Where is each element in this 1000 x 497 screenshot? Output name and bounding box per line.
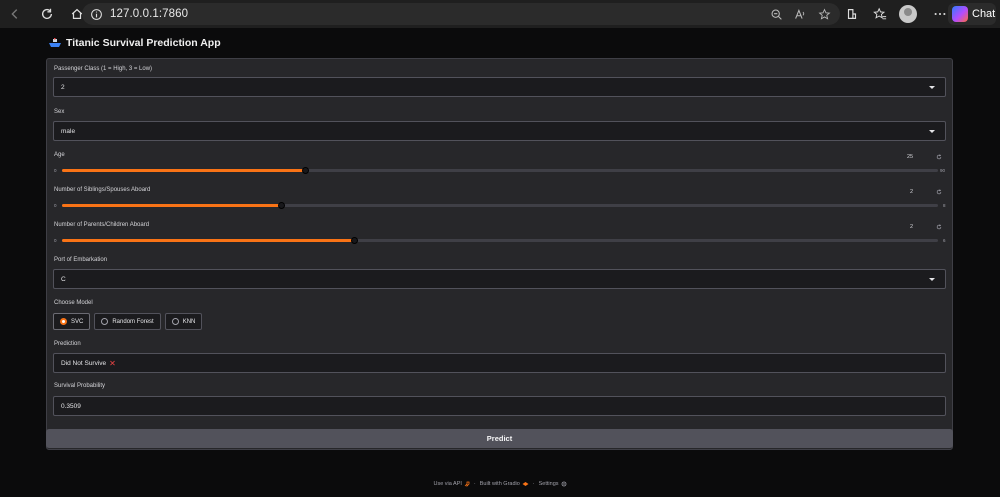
pclass-value: 2: [61, 84, 65, 91]
back-button[interactable]: [4, 3, 26, 25]
age-max: 90: [940, 168, 946, 173]
built-label: Built with Gradio: [479, 481, 520, 487]
rocket-icon: [464, 481, 470, 487]
reset-icon[interactable]: [936, 224, 942, 230]
parch-slider-thumb[interactable]: [350, 237, 358, 244]
age-min: 0: [54, 168, 57, 173]
model-option-random-forest[interactable]: Random Forest: [94, 313, 161, 330]
radio-empty-icon: [171, 318, 179, 325]
radio-selected-icon: [60, 318, 67, 325]
prediction-output[interactable]: Did Not Survive ✕: [53, 353, 946, 373]
site-info-icon[interactable]: [88, 6, 104, 22]
favorite-star-icon[interactable]: [816, 6, 832, 22]
gear-icon: [561, 481, 566, 487]
prediction-value-wrap: Did Not Survive ✕: [61, 358, 116, 368]
model-radio-group: SVC Random Forest KNN: [53, 313, 203, 330]
gradio-app: Titanic Survival Prediction App Passenge…: [35, 30, 965, 497]
parch-slider[interactable]: [62, 237, 938, 244]
age-label: Age: [54, 152, 65, 158]
parch-slider-block: Number of Parents/Children Aboard 2 0 6: [47, 222, 954, 256]
api-label: Use via API: [433, 481, 462, 487]
pclass-dropdown[interactable]: 2: [53, 77, 946, 97]
sibsp-number[interactable]: 2: [910, 189, 913, 195]
age-slider-thumb[interactable]: [301, 167, 309, 174]
embarked-dropdown[interactable]: C: [53, 269, 946, 289]
reload-icon: [41, 8, 53, 19]
probability-label: Survival Probability: [54, 383, 106, 389]
back-arrow-icon: [11, 9, 18, 19]
settings-link[interactable]: Settings: [539, 481, 567, 487]
copilot-chat-button[interactable]: Chat: [948, 3, 996, 25]
sibsp-slider[interactable]: [62, 202, 938, 209]
more-menu-icon[interactable]: [930, 4, 950, 24]
probability-output[interactable]: 0.3509: [53, 396, 946, 416]
sex-label: Sex: [54, 109, 65, 115]
prediction-value: Did Not Survive: [61, 360, 107, 367]
reload-button[interactable]: [36, 3, 58, 25]
sibsp-max: 8: [943, 203, 946, 208]
sibsp-slider-block: Number of Siblings/Spouses Aboard 2 0 8: [47, 187, 954, 221]
predict-button[interactable]: Predict: [46, 429, 953, 448]
use-via-api-link[interactable]: Use via API: [433, 481, 470, 487]
model-option-label: KNN: [182, 318, 196, 325]
sibsp-slider-thumb[interactable]: [277, 202, 285, 209]
parch-min: 0: [54, 238, 57, 243]
reset-icon[interactable]: [936, 189, 942, 195]
age-number[interactable]: 25: [907, 154, 913, 160]
model-option-svc[interactable]: SVC: [53, 313, 91, 330]
input-panel: Passenger Class (1 = High, 3 = Low) 2 Se…: [46, 58, 953, 450]
reset-icon[interactable]: [936, 154, 942, 160]
model-option-label: SVC: [71, 318, 84, 325]
parch-number[interactable]: 2: [910, 224, 913, 230]
chevron-down-icon: [929, 278, 935, 281]
footer: Use via API · Built with Gradio · Settin…: [35, 481, 965, 487]
radio-empty-icon: [101, 318, 109, 325]
sibsp-slider-fill: [62, 204, 281, 207]
page-title: Titanic Survival Prediction App: [49, 37, 221, 49]
sex-dropdown[interactable]: male: [53, 121, 946, 141]
settings-label: Settings: [538, 481, 559, 487]
model-label: Choose Model: [54, 300, 93, 306]
footer-separator: ·: [473, 481, 476, 487]
footer-separator: ·: [532, 481, 535, 487]
parch-slider-fill: [62, 239, 354, 242]
probability-value: 0.3509: [61, 403, 81, 410]
zoom-icon[interactable]: [768, 6, 784, 22]
copilot-icon: [952, 6, 968, 22]
age-slider-block: Age 25 0 90: [47, 152, 954, 186]
address-bar[interactable]: 127.0.0.1:7860: [82, 3, 840, 25]
sibsp-label: Number of Siblings/Spouses Aboard: [54, 187, 151, 193]
chevron-down-icon: [929, 130, 935, 133]
embarked-label: Port of Embarkation: [54, 257, 108, 263]
read-aloud-icon[interactable]: [792, 6, 808, 22]
sibsp-min: 0: [54, 203, 57, 208]
profile-avatar[interactable]: [898, 4, 918, 24]
built-with-gradio-link[interactable]: Built with Gradio: [480, 481, 529, 487]
chevron-down-icon: [929, 86, 935, 89]
x-mark-icon: ✕: [109, 358, 116, 368]
extensions-icon[interactable]: [842, 4, 862, 24]
parch-label: Number of Parents/Children Aboard: [54, 222, 150, 228]
parch-max: 6: [943, 238, 946, 243]
age-slider[interactable]: [62, 167, 938, 174]
favorites-icon[interactable]: [870, 4, 890, 24]
gradio-logo-icon: [522, 482, 529, 486]
sex-value: male: [61, 128, 76, 135]
model-option-knn[interactable]: KNN: [164, 313, 203, 330]
chat-label: Chat: [972, 8, 996, 20]
title-text: Titanic Survival Prediction App: [66, 37, 221, 49]
url-text: 127.0.0.1:7860: [110, 8, 189, 20]
age-slider-fill: [62, 169, 306, 172]
embarked-value: C: [61, 276, 66, 283]
ship-icon: [49, 38, 61, 47]
browser-toolbar: 127.0.0.1:7860 Chat: [0, 0, 1000, 28]
pclass-label: Passenger Class (1 = High, 3 = Low): [54, 66, 153, 72]
prediction-label: Prediction: [54, 341, 81, 347]
model-option-label: Random Forest: [112, 318, 154, 325]
